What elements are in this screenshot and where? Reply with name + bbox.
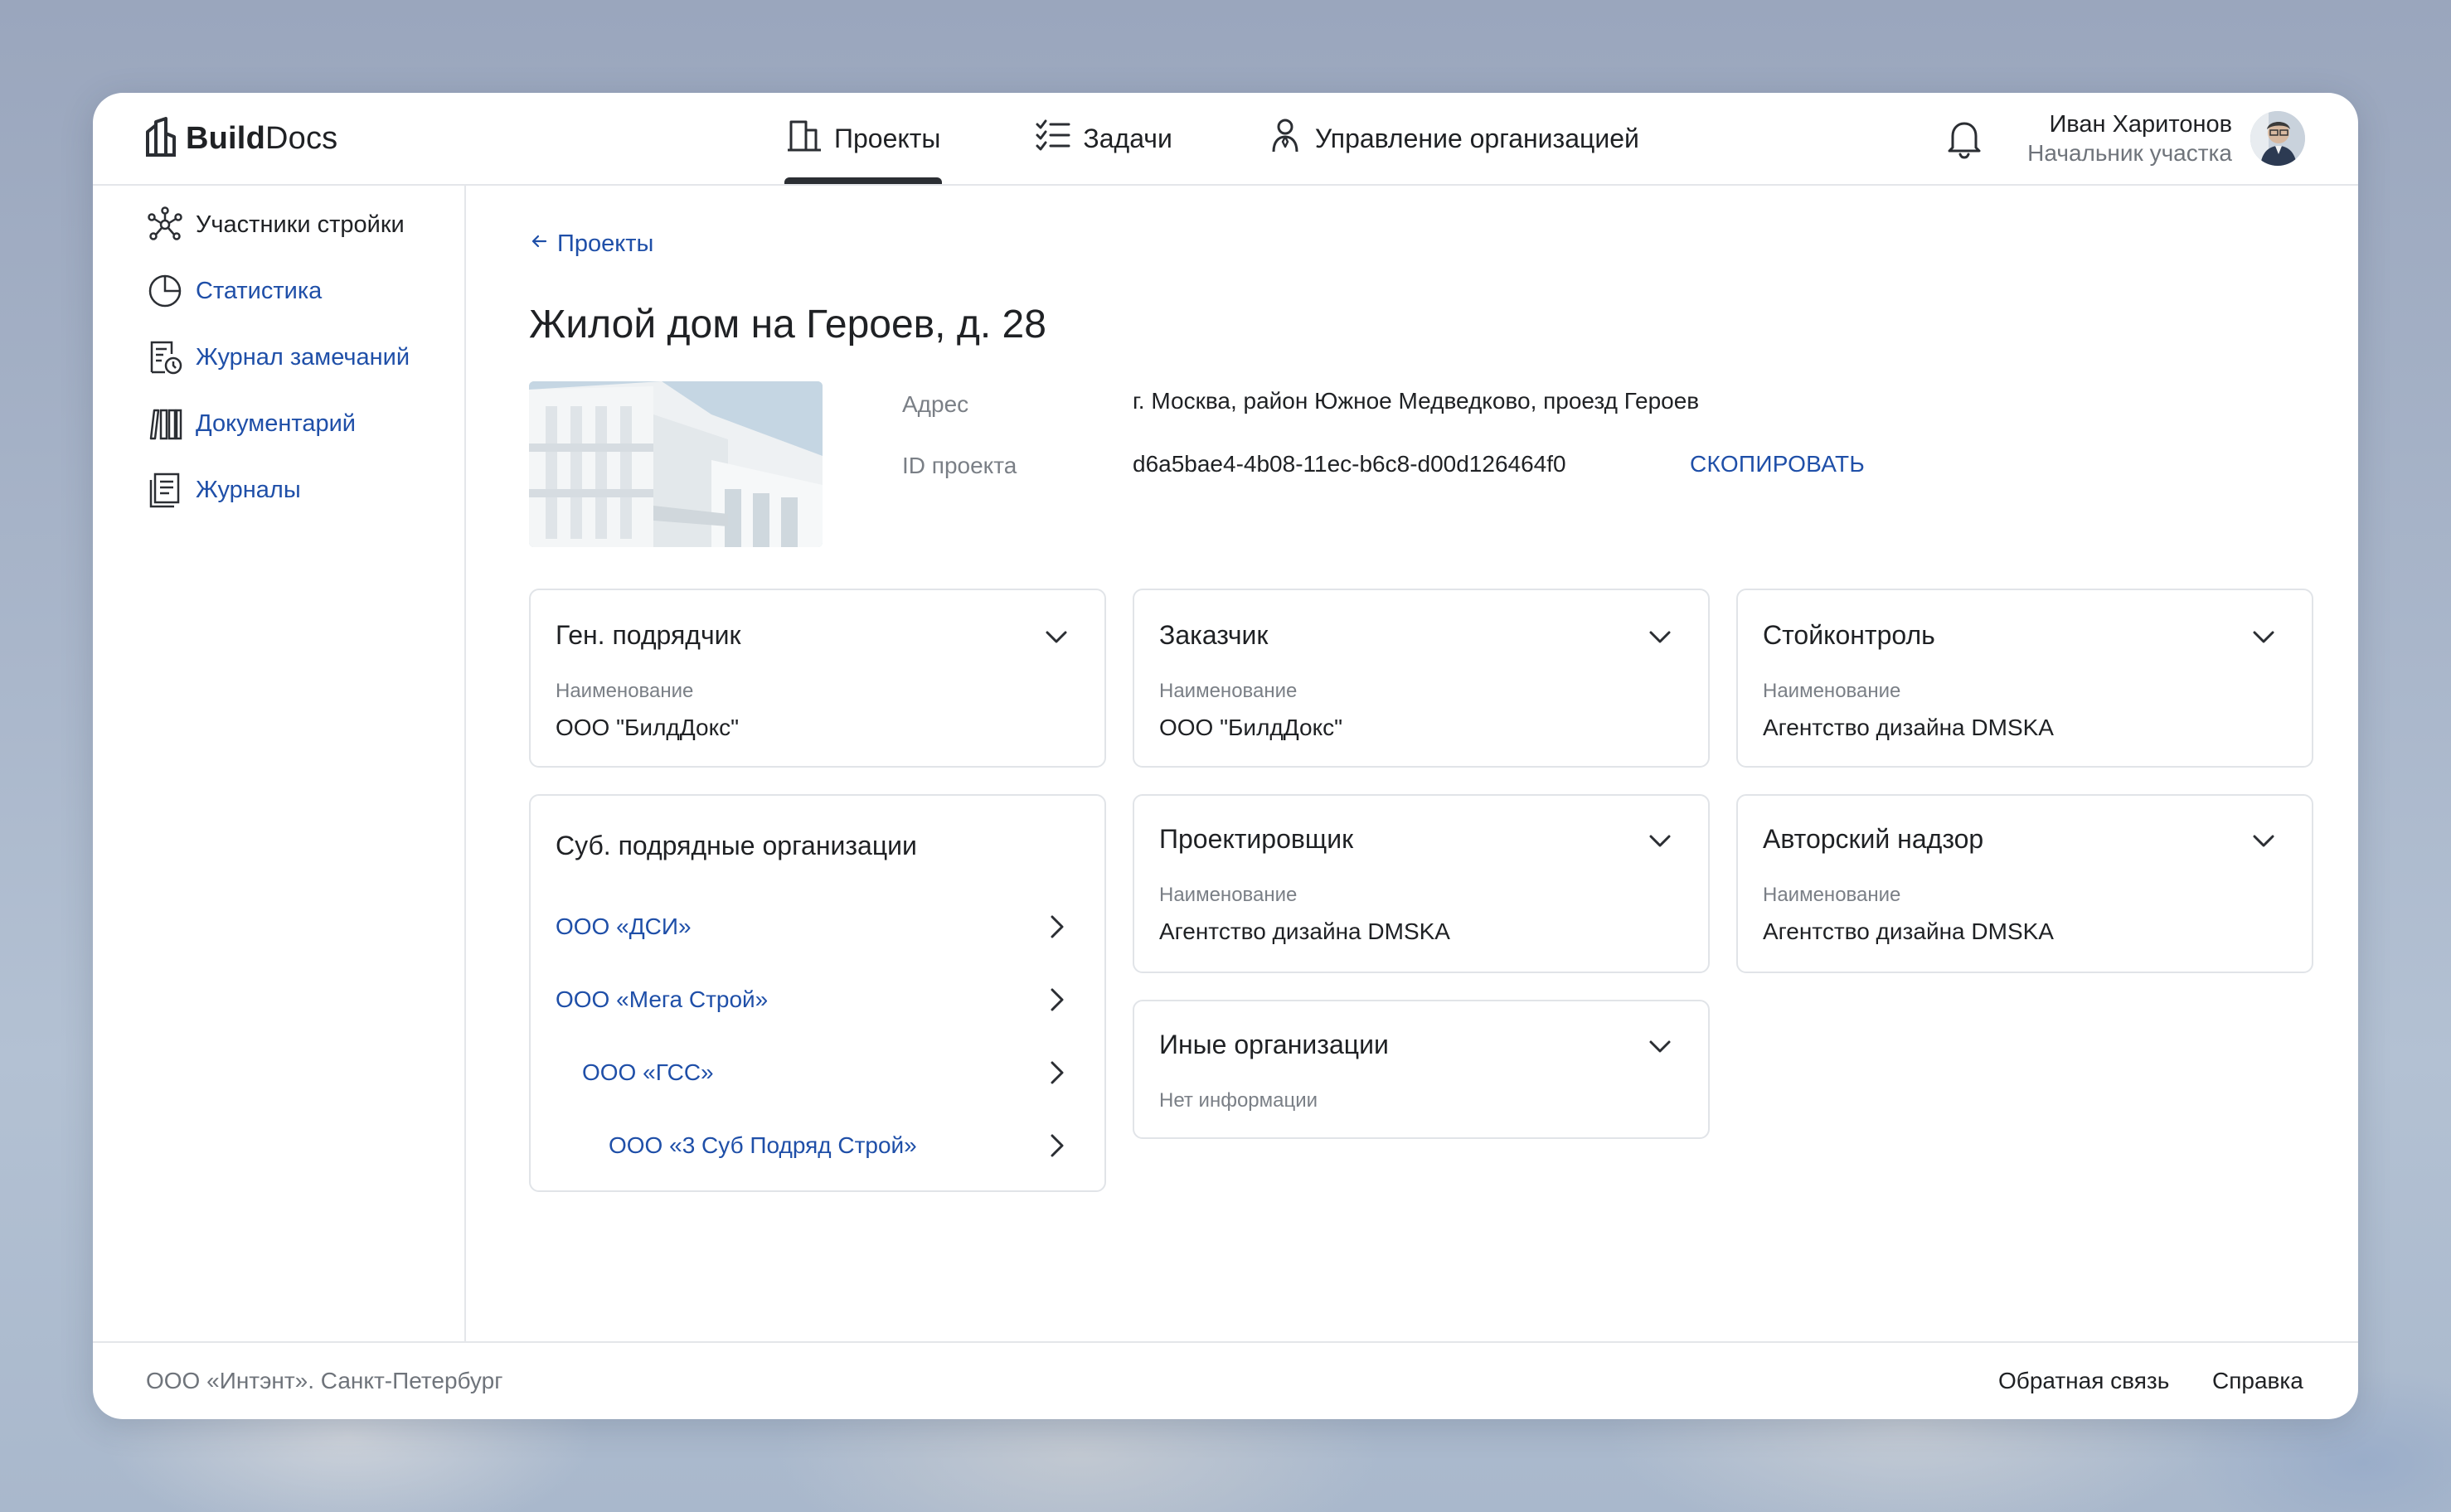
sub-contractor-item[interactable]: ООО «3 Суб Подряд Строй» [531,1121,1104,1170]
card-empty-text: Нет информации [1159,1089,1318,1112]
participants-icon [146,206,184,244]
top-header: BuildDocs Проекты Задачи Управление орга… [93,93,2358,186]
address-label: Адрес [902,391,969,417]
sub-contractor-item[interactable]: ООО «ГСС» [531,1048,1104,1098]
sidebar-item-documentary[interactable]: Документарий [146,405,356,443]
sub-contractor-item[interactable]: ООО «Мега Строй» [531,975,1104,1025]
help-link[interactable]: Справка [2212,1368,2303,1394]
arrow-left-icon [529,230,549,258]
copy-id-button[interactable]: СКОПИРОВАТЬ [1690,451,1865,477]
card-value: Агентство дизайна DMSKA [1159,918,1450,944]
chevron-down-icon[interactable] [1645,622,1675,652]
card-value: Агентство дизайна DMSKA [1763,918,2054,944]
feedback-link[interactable]: Обратная связь [1998,1368,2169,1394]
sidebar-item-statistics[interactable]: Статистика [146,272,322,310]
card-value: ООО "БилдДокс" [556,715,740,740]
books-icon [146,405,184,443]
page-title: Жилой дом на Героев, д. 28 [529,303,1046,346]
logo-icon [144,116,177,161]
sidebar-item-participants[interactable]: Участники стройки [146,206,405,244]
sidebar: Участники стройки Статистика Журнал заме… [93,186,466,1341]
card-sub-contractors: Суб. подрядные организации ООО «ДСИ» ООО… [529,794,1106,1192]
remarks-log-icon [146,338,184,376]
sub-contractor-label: ООО «Мега Строй» [556,986,769,1012]
project-id-value: d6a5bae4-4b08-11ec-b6c8-d00d126464f0 [1133,451,1566,477]
user-name: Иван Харитонов [2049,111,2232,138]
chevron-down-icon[interactable] [1645,1031,1675,1061]
card-title: Заказчик [1159,620,1269,650]
checklist-icon [1035,117,1071,160]
chevron-right-icon [1041,1131,1071,1161]
card-title: Проектировщик [1159,824,1354,854]
project-id-label: ID проекта [902,453,1017,478]
org-person-icon [1267,117,1303,160]
back-to-projects-link[interactable]: Проекты [529,230,653,258]
card-label: Наименование [556,680,694,702]
nav-tasks-label: Задачи [1083,123,1172,153]
card-designer: Проектировщик Наименование Агентство диз… [1133,794,1710,973]
card-title: Стойконтроль [1763,620,1935,650]
notifications-bell-icon[interactable] [1942,116,1987,161]
chevron-right-icon [1041,912,1071,942]
sub-contractor-label: ООО «3 Суб Подряд Строй» [609,1132,917,1158]
user-info[interactable]: Иван Харитонов Начальник участка [2027,109,2232,167]
chevron-right-icon [1041,985,1071,1015]
chevron-down-icon[interactable] [1041,622,1071,652]
user-role: Начальник участка [2027,140,2232,166]
card-title: Суб. подрядные организации [556,831,917,860]
sidebar-item-journals[interactable]: Журналы [146,471,301,509]
card-customer: Заказчик Наименование ООО "БилдДокс" [1133,589,1710,768]
sidebar-item-remarks-log[interactable]: Журнал замечаний [146,338,410,376]
main-nav: Проекты Задачи Управление организацией [784,93,1639,184]
nav-organization-label: Управление организацией [1314,123,1639,153]
back-link-label: Проекты [557,230,654,257]
card-title: Авторский надзор [1763,824,1984,854]
nav-projects[interactable]: Проекты [784,93,943,184]
project-image [529,381,823,547]
sidebar-item-label: Статистика [196,277,323,304]
logo-text: BuildDocs [186,120,338,156]
card-label: Наименование [1159,884,1298,906]
card-gen-contractor: Ген. подрядчик Наименование ООО "БилдДок… [529,589,1106,768]
building-icon [786,117,823,160]
sidebar-item-label: Журнал замечаний [196,343,410,371]
nav-projects-label: Проекты [834,123,941,153]
pie-chart-icon [146,272,184,310]
card-other-orgs: Иные организации Нет информации [1133,1000,1710,1139]
sidebar-item-label: Участники стройки [196,211,405,238]
journal-icon [146,471,184,509]
chevron-right-icon [1041,1058,1071,1088]
chevron-down-icon[interactable] [2249,826,2279,855]
nav-tasks[interactable]: Задачи [1035,93,1172,184]
card-construction-control: Стойконтроль Наименование Агентство диза… [1736,589,2313,768]
chevron-down-icon[interactable] [1645,826,1675,855]
logo[interactable]: BuildDocs [144,116,337,161]
card-author-supervision: Авторский надзор Наименование Агентство … [1736,794,2313,973]
address-value: г. Москва, район Южное Медведково, проез… [1133,388,1700,414]
card-title: Ген. подрядчик [556,620,741,650]
sidebar-item-label: Документарий [196,410,356,437]
footer-company: ООО «Интэнт». Санкт-Петербург [146,1368,503,1393]
card-label: Наименование [1159,680,1298,702]
nav-organization[interactable]: Управление организацией [1267,93,1639,184]
card-value: Агентство дизайна DMSKA [1763,715,2054,740]
main-content: Проекты Жилой дом на Героев, д. 28 Адрес… [466,186,2358,1341]
avatar[interactable] [2250,111,2305,166]
chevron-down-icon[interactable] [2249,622,2279,652]
card-value: ООО "БилдДокс" [1159,715,1343,740]
app-window: BuildDocs Проекты Задачи Управление орга… [93,93,2358,1419]
card-title: Иные организации [1159,1030,1389,1059]
footer: ООО «Интэнт». Санкт-Петербург Обратная с… [93,1341,2358,1419]
sub-contractor-item[interactable]: ООО «ДСИ» [531,902,1104,952]
sub-contractor-label: ООО «ГСС» [582,1059,714,1085]
card-label: Наименование [1763,884,1901,906]
sub-contractor-label: ООО «ДСИ» [556,914,692,939]
sidebar-item-label: Журналы [196,476,301,503]
card-label: Наименование [1763,680,1901,702]
